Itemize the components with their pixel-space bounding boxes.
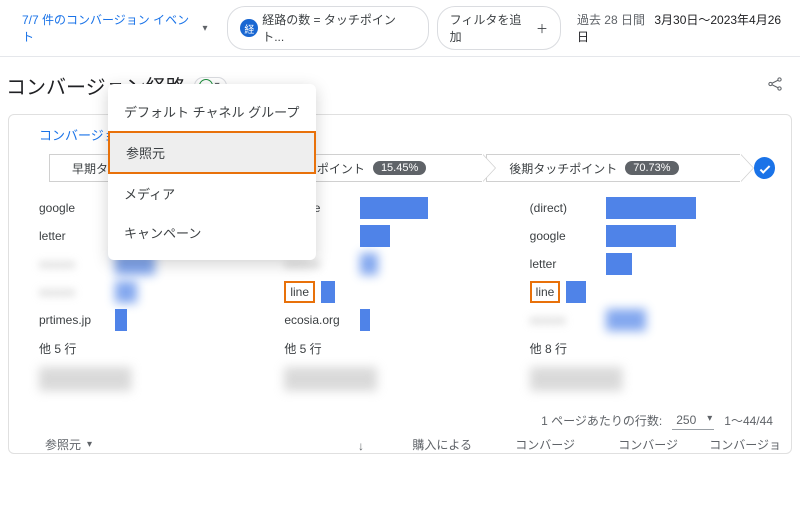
menu-item[interactable]: メディア — [108, 174, 316, 213]
tab-late-touch-pct: 70.73% — [625, 161, 678, 175]
bar-row-bar — [321, 281, 335, 303]
bar-row[interactable]: letter — [530, 250, 761, 278]
column-header-3[interactable]: コンバージ — [480, 436, 575, 453]
conversion-end-check-icon — [754, 157, 775, 179]
dimension-chip[interactable]: 経 経路の数 = タッチポイント... — [227, 6, 428, 50]
bar-row[interactable]: line — [530, 278, 761, 306]
menu-item[interactable]: キャンペーン — [108, 213, 316, 252]
dimension-chip-label: 経路の数 = タッチポイント... — [262, 11, 415, 45]
bar-row[interactable]: xxxxxx — [39, 278, 270, 306]
bar-row-label: xxxxxx — [39, 285, 109, 299]
bar-row[interactable]: prtimes.jp — [39, 306, 270, 334]
plus-icon: ＋ — [536, 20, 548, 37]
date-range-picker[interactable]: 過去 28 日間 3月30日～2023年4月26日 — [577, 11, 790, 45]
add-filter-button[interactable]: フィルタを追加 ＋ — [437, 6, 561, 50]
column-footer-blur — [284, 367, 515, 391]
rows-per-page-label: 1 ページあたりの行数: — [541, 412, 662, 429]
bar-row[interactable]: xxxxxx — [284, 250, 515, 278]
bar-row[interactable]: line — [284, 278, 515, 306]
conversion-events-count: 7/7 件のコンバージョン イベント — [22, 11, 198, 45]
tab-late-touch-label: 後期タッチポイント — [509, 160, 617, 177]
add-filter-label: フィルタを追加 — [450, 11, 532, 45]
share-button[interactable] — [766, 75, 784, 96]
touchpoint-column: (direct) google letter line xxxxxx 他 8 行 — [530, 194, 761, 391]
bar-row-label: ecosia.org — [284, 313, 354, 327]
bar-row-bar — [115, 281, 137, 303]
bar-row-bar — [566, 281, 586, 303]
column-header-4[interactable]: コンバージ — [583, 436, 678, 453]
more-rows-link[interactable]: 他 8 行 — [530, 334, 761, 361]
menu-item[interactable]: 参照元 — [108, 131, 316, 174]
bar-row-bar — [360, 309, 370, 331]
bar-row[interactable]: letter — [284, 222, 515, 250]
column-footer-blur — [39, 367, 270, 391]
tab-mid-touch-pct: 15.45% — [373, 161, 426, 175]
caret-down-icon: ▾ — [87, 439, 92, 450]
bar-row-bar — [360, 253, 378, 275]
bar-row-label: letter — [530, 257, 600, 271]
bar-row[interactable]: google — [530, 222, 761, 250]
caret-down-icon: ▾ — [202, 23, 207, 34]
date-range-prefix: 過去 28 日間 — [577, 13, 645, 27]
rows-per-page-select[interactable]: 250 — [672, 411, 714, 430]
bar-row[interactable]: google — [284, 194, 515, 222]
bar-row-label: google — [39, 201, 109, 215]
bar-row[interactable]: ecosia.org — [284, 306, 515, 334]
sort-indicator-icon[interactable]: ↓ — [353, 439, 369, 453]
column-header-5[interactable]: コンバージョ — [686, 436, 781, 453]
bar-row-bar — [606, 197, 696, 219]
column-header-source[interactable]: 参照元 ▾ — [45, 436, 255, 453]
column-header-2[interactable]: 購入による — [377, 436, 472, 453]
column-footer-blur — [530, 367, 761, 391]
bar-row-label: line — [530, 281, 561, 303]
tab-late-touch[interactable]: 後期タッチポイント 70.73% — [486, 154, 739, 182]
more-rows-link[interactable]: 他 5 行 — [39, 334, 270, 361]
menu-item[interactable]: デフォルト チャネル グループ — [108, 92, 316, 131]
bar-row-bar — [360, 225, 390, 247]
table-pager: 1 ページあたりの行数: 250 1～44/44 — [9, 401, 791, 430]
bar-row-label: xxxxxx — [39, 257, 109, 271]
dimension-badge-icon: 経 — [240, 19, 258, 37]
bar-row-bar — [115, 309, 127, 331]
bar-row-label: (direct) — [530, 201, 600, 215]
bar-row-bar — [606, 225, 676, 247]
bar-row-label: prtimes.jp — [39, 313, 109, 327]
touchpoint-column: googleletterxxxxxx line ecosia.org 他 5 行 — [284, 194, 515, 391]
top-filter-bar: 7/7 件のコンバージョン イベント ▾ 経 経路の数 = タッチポイント...… — [0, 0, 800, 57]
dimension-dropdown-menu: デフォルト チャネル グループ参照元メディアキャンペーン — [108, 84, 316, 260]
bar-row-bar — [606, 309, 646, 331]
pager-range: 1～44/44 — [724, 412, 773, 429]
bar-row-label: letter — [39, 229, 109, 243]
bar-row-label: line — [284, 281, 315, 303]
bar-row-label: xxxxxx — [530, 313, 600, 327]
table-header: 参照元 ▾ ↓ 購入による コンバージ コンバージ コンバージョ — [9, 430, 791, 453]
rows-per-page-value: 250 — [676, 413, 696, 427]
share-icon — [766, 75, 784, 93]
bar-row-bar — [606, 253, 632, 275]
more-rows-link[interactable]: 他 5 行 — [284, 334, 515, 361]
conversion-events-dropdown[interactable]: 7/7 件のコンバージョン イベント ▾ — [10, 7, 219, 49]
bar-row[interactable]: (direct) — [530, 194, 761, 222]
bar-row-label: google — [530, 229, 600, 243]
column-header-source-label: 参照元 — [45, 436, 81, 453]
bar-row[interactable]: xxxxxx — [530, 306, 761, 334]
bar-row-bar — [360, 197, 428, 219]
